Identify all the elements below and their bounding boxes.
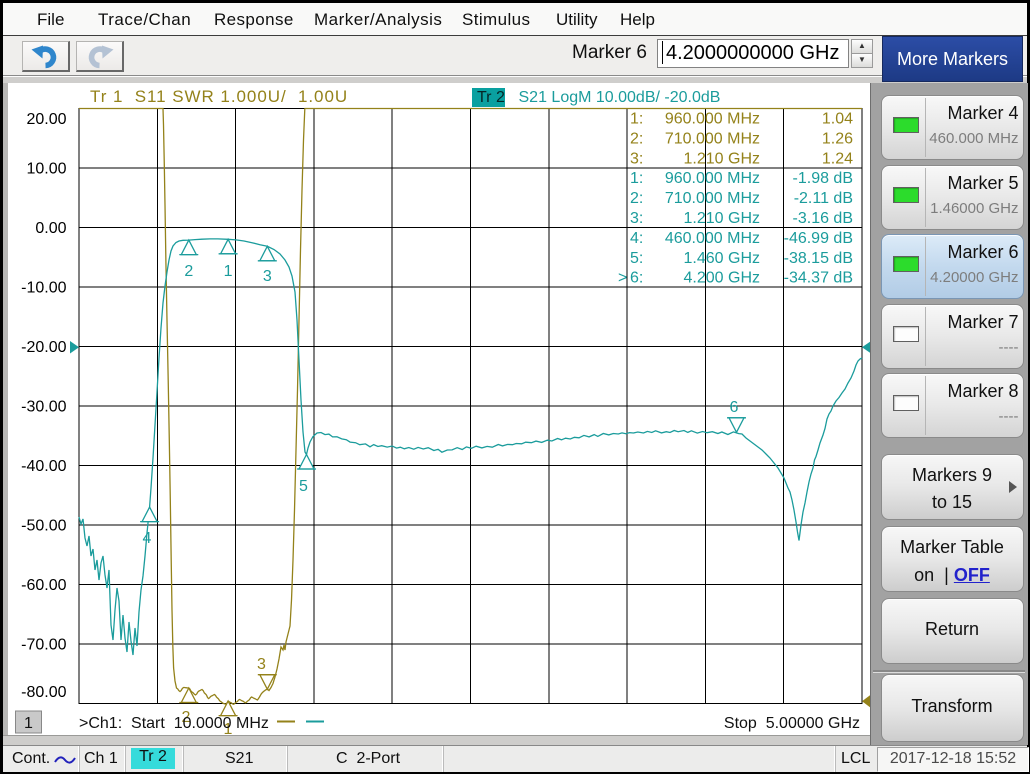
svg-text:-40.00: -40.00 [21, 458, 66, 475]
svg-text:1.210 GHz: 1.210 GHz [684, 210, 760, 227]
svg-text:1: 1 [24, 715, 33, 732]
svg-text:2:: 2: [630, 130, 643, 147]
svg-text:6: 6 [730, 399, 739, 416]
svg-text:Tr 1 S11 SWR 1.000U/ 1.00U: Tr 1 S11 SWR 1.000U/ 1.00U [90, 87, 348, 106]
svg-text:-70.00: -70.00 [21, 637, 66, 654]
svg-text:-50.00: -50.00 [21, 518, 66, 535]
svg-text:-3.16 dB: -3.16 dB [793, 210, 853, 227]
svg-text:20.00: 20.00 [26, 111, 66, 128]
svg-text:-38.15 dB: -38.15 dB [784, 250, 853, 267]
svg-text:4.200 GHz: 4.200 GHz [684, 270, 760, 287]
svg-text:0.00: 0.00 [35, 220, 66, 237]
svg-text:-60.00: -60.00 [21, 577, 66, 594]
svg-text:Stop 5.00000 GHz: Stop 5.00000 GHz [724, 715, 860, 732]
svg-text:1.24: 1.24 [822, 150, 853, 167]
svg-text:S21 LogM 10.00dB/ -20.0dB: S21 LogM 10.00dB/ -20.0dB [519, 89, 721, 106]
svg-text:3: 3 [263, 268, 272, 285]
svg-text:1.26: 1.26 [822, 130, 853, 147]
svg-text:2: 2 [184, 263, 193, 280]
svg-text:1:: 1: [630, 170, 643, 187]
svg-text:-2.11 dB: -2.11 dB [794, 190, 853, 207]
svg-text:4:: 4: [630, 230, 643, 247]
svg-text:4: 4 [143, 530, 152, 547]
svg-text:960.000 MHz: 960.000 MHz [665, 170, 760, 187]
svg-text:-30.00: -30.00 [21, 399, 66, 416]
svg-text:1.04: 1.04 [822, 111, 853, 128]
svg-text:1:: 1: [630, 111, 643, 128]
svg-text:>Ch1: Start 10.0000 MHz: >Ch1: Start 10.0000 MHz [79, 715, 269, 732]
svg-text:Tr 2: Tr 2 [477, 89, 505, 106]
svg-text:-46.99 dB: -46.99 dB [784, 230, 853, 247]
svg-text:>: > [618, 270, 627, 287]
svg-text:10.00: 10.00 [26, 161, 66, 178]
svg-text:3: 3 [257, 656, 266, 673]
svg-text:6:: 6: [630, 270, 643, 287]
svg-text:1.210 GHz: 1.210 GHz [684, 150, 760, 167]
svg-text:1.460 GHz: 1.460 GHz [684, 250, 760, 267]
svg-text:-20.00: -20.00 [21, 339, 66, 356]
svg-text:-34.37 dB: -34.37 dB [784, 270, 853, 287]
svg-text:5: 5 [299, 478, 308, 495]
svg-text:1: 1 [224, 263, 233, 280]
svg-text:3:: 3: [630, 210, 643, 227]
svg-text:5:: 5: [630, 250, 643, 267]
svg-text:710.000 MHz: 710.000 MHz [665, 130, 760, 147]
svg-text:460.000 MHz: 460.000 MHz [665, 230, 760, 247]
svg-text:2:: 2: [630, 190, 643, 207]
svg-text:-10.00: -10.00 [21, 280, 66, 297]
svg-text:710.000 MHz: 710.000 MHz [665, 190, 760, 207]
svg-text:-80.00: -80.00 [21, 684, 66, 701]
svg-text:960.000 MHz: 960.000 MHz [665, 111, 760, 128]
svg-text:-1.98 dB: -1.98 dB [793, 170, 853, 187]
svg-text:3:: 3: [630, 150, 643, 167]
